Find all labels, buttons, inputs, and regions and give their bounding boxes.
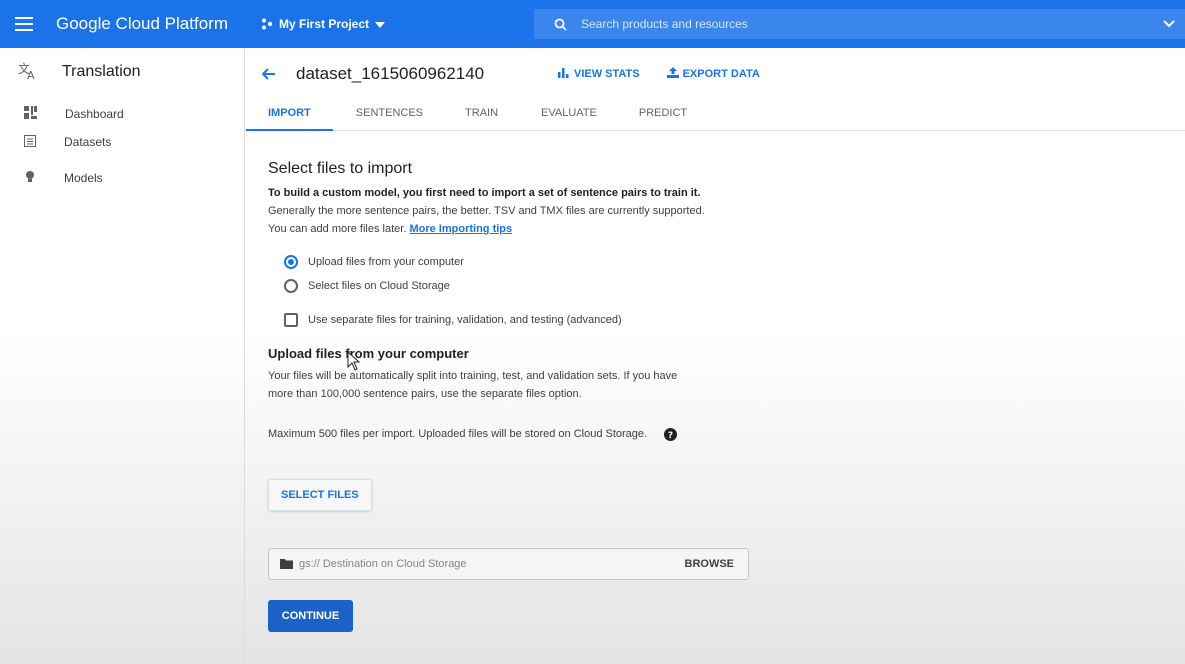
page-header: dataset_1615060962140 VIEW STATS EXPORT …	[246, 48, 1185, 100]
sidebar-item-label: Dashboard	[65, 107, 124, 121]
max-note: Maximum 500 files per import. Uploaded f…	[268, 428, 648, 440]
back-arrow-icon[interactable]	[262, 68, 276, 80]
tab-import[interactable]: IMPORT	[246, 100, 333, 131]
view-stats-button[interactable]: VIEW STATS	[558, 67, 640, 81]
folder-icon	[280, 559, 293, 569]
intro-line-3-wrapper: You can add more files later. More Impor…	[268, 220, 868, 238]
tab-evaluate[interactable]: EVALUATE	[541, 100, 597, 130]
radio-upload-row[interactable]: Upload files from your computer	[284, 250, 868, 274]
intro-bold-text: To build a custom model, you first need …	[268, 187, 701, 199]
radio-storage-row[interactable]: Select files on Cloud Storage	[284, 274, 868, 298]
side-navigation: 文A Translation Dashboard Datasets Models	[0, 48, 245, 664]
max-note-row: Maximum 500 files per import. Uploaded f…	[268, 425, 868, 443]
export-data-button[interactable]: EXPORT DATA	[666, 66, 760, 82]
gs-destination-input[interactable]: gs:// Destination on Cloud Storage	[299, 558, 685, 570]
hamburger-menu-icon[interactable]	[0, 0, 48, 48]
mouse-cursor-icon	[347, 350, 361, 374]
continue-button[interactable]: CONTINUE	[268, 600, 353, 632]
intro-line-2: Generally the more sentence pairs, the b…	[268, 205, 705, 217]
importing-tips-link[interactable]: More Importing tips	[409, 223, 512, 235]
sidebar-item-models[interactable]: Models	[0, 160, 244, 196]
import-panel: Select files to import To build a custom…	[268, 140, 868, 632]
search-icon	[554, 18, 567, 31]
caret-down-icon	[375, 17, 386, 31]
project-dots-icon	[261, 18, 273, 30]
search-placeholder: Search products and resources	[581, 17, 748, 31]
dataset-title: dataset_1615060962140	[296, 64, 485, 83]
separate-files-row[interactable]: Use separate files for training, validat…	[284, 308, 868, 332]
radio-storage[interactable]	[284, 279, 298, 293]
export-data-label: EXPORT DATA	[682, 68, 760, 80]
datasets-icon	[24, 134, 36, 150]
product-title: Translation	[62, 63, 141, 80]
tab-sentences[interactable]: SENTENCES	[356, 100, 423, 130]
tab-bar: IMPORT SENTENCES TRAIN EVALUATE PREDICT	[246, 100, 1185, 131]
radio-upload[interactable]	[284, 255, 298, 269]
project-name: My First Project	[279, 17, 370, 31]
select-files-button[interactable]: SELECT FILES	[268, 479, 372, 511]
radio-storage-label: Select files on Cloud Storage	[308, 280, 450, 292]
sidebar-item-datasets[interactable]: Datasets	[0, 124, 244, 160]
gs-destination-field[interactable]: gs:// Destination on Cloud Storage BROWS…	[268, 548, 749, 580]
svg-text:?: ?	[668, 431, 673, 441]
tab-predict[interactable]: PREDICT	[639, 100, 687, 130]
svg-text:A: A	[27, 69, 35, 80]
section-title: Select files to import	[268, 160, 413, 177]
project-selector[interactable]: My First Project	[261, 17, 531, 31]
browse-button[interactable]: BROWSE	[685, 558, 735, 570]
translate-icon: 文A	[18, 61, 38, 83]
upload-desc-2: more than 100,000 sentence pairs, use th…	[268, 388, 582, 400]
chevron-down-icon[interactable]	[1163, 17, 1175, 31]
top-app-bar: Google Cloud Platform My First Project S…	[0, 0, 1185, 48]
search-bar[interactable]: Search products and resources	[534, 9, 1185, 39]
tab-train[interactable]: TRAIN	[465, 100, 498, 130]
dashboard-icon	[24, 106, 37, 122]
nav-header: 文A Translation	[0, 48, 244, 96]
help-icon[interactable]: ?	[664, 427, 678, 441]
sidebar-item-label: Models	[64, 171, 103, 185]
radio-upload-label: Upload files from your computer	[308, 256, 464, 268]
sidebar-item-label: Datasets	[64, 135, 112, 149]
export-icon	[666, 66, 683, 82]
intro-line-3: You can add more files later.	[268, 223, 407, 235]
separate-files-label: Use separate files for training, validat…	[308, 314, 622, 326]
bar-chart-icon	[558, 67, 574, 81]
separate-files-checkbox[interactable]	[284, 313, 298, 327]
models-icon	[24, 170, 36, 187]
view-stats-label: VIEW STATS	[574, 68, 640, 80]
brand-title[interactable]: Google Cloud Platform	[56, 14, 251, 34]
